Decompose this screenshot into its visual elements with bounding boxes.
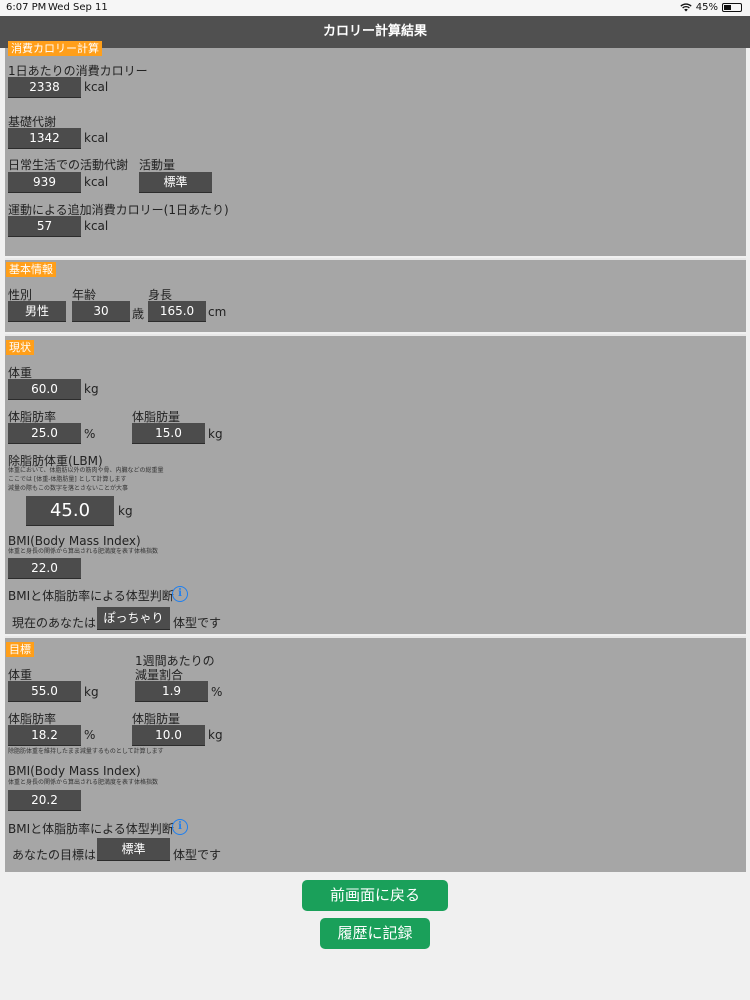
status-time: 6:07 PM <box>6 2 47 13</box>
current-judge-suffix: 体型です <box>173 616 222 630</box>
daily-calorie-value: 2338 <box>8 77 81 98</box>
battery-fill <box>724 5 731 10</box>
goal-bmi-label: BMI(Body Mass Index) <box>8 764 141 778</box>
status-date: Wed Sep 11 <box>48 2 108 13</box>
current-judge-info-icon[interactable]: i <box>172 586 188 602</box>
battery-percent: 45% <box>695 2 718 13</box>
activity-unit: kcal <box>84 175 109 189</box>
current-fat-rate-unit: % <box>84 427 96 441</box>
current-fat-rate-value: 25.0 <box>8 423 81 444</box>
current-weight-value: 60.0 <box>8 379 81 400</box>
bmr-unit: kcal <box>84 131 109 145</box>
current-judge-label: BMIと体脂肪率による体型判断 <box>8 589 174 603</box>
battery-icon <box>722 3 742 12</box>
status-right: 45% <box>680 2 742 13</box>
sex-value: 男性 <box>8 301 66 322</box>
record-history-button[interactable]: 履歴に記録 <box>320 918 430 949</box>
lbm-note-1: 体重において、体脂肪以外の筋肉や骨、内臓などの総重量 <box>8 467 164 474</box>
goal-rate-unit: % <box>211 685 223 699</box>
daily-calorie-unit: kcal <box>84 80 109 94</box>
age-value: 30 <box>72 301 130 322</box>
goal-fat-mass-value: 10.0 <box>132 725 205 746</box>
goal-fat-mass-unit: kg <box>208 728 223 742</box>
current-status-tag: 現状 <box>6 340 34 355</box>
goal-judge-label: BMIと体脂肪率による体型判断 <box>8 822 174 836</box>
height-unit: cm <box>208 305 227 319</box>
lbm-unit: kg <box>118 504 133 518</box>
current-judge-prefix: 現在のあなたは <box>12 616 97 630</box>
current-fat-mass-value: 15.0 <box>132 423 205 444</box>
wifi-icon <box>680 3 692 12</box>
goal-bmi-note: 体重と身長の関係から算出される肥満度を表す体格指数 <box>8 779 159 786</box>
back-button[interactable]: 前画面に戻る <box>302 880 448 911</box>
goal-tag: 目標 <box>6 642 34 657</box>
current-status-panel: 現状 体重 60.0 kg 体脂肪率 体脂肪量 25.0 % 15.0 kg 除… <box>5 334 746 634</box>
lbm-note-3: 減量の際もこの数字を落とさないことが大事 <box>8 485 129 492</box>
goal-fat-rate-value: 18.2 <box>8 725 81 746</box>
goal-weight-unit: kg <box>84 685 99 699</box>
height-value: 165.0 <box>148 301 206 322</box>
current-bmi-value: 22.0 <box>8 558 81 579</box>
activity-level-label: 活動量 <box>139 158 176 172</box>
goal-judge-suffix: 体型です <box>173 848 222 862</box>
goal-panel: 目標 1週間あたりの 体重 減量割合 55.0 kg 1.9 % 体脂肪率 体脂… <box>5 636 746 872</box>
current-weight-unit: kg <box>84 382 99 396</box>
basic-info-tag: 基本情報 <box>6 262 56 277</box>
exercise-unit: kcal <box>84 219 109 233</box>
current-bmi-label: BMI(Body Mass Index) <box>8 534 141 548</box>
current-judge-value: ぽっちゃり <box>97 607 170 630</box>
goal-judge-info-icon[interactable]: i <box>172 819 188 835</box>
bmr-value: 1342 <box>8 128 81 149</box>
activity-label: 日常生活での活動代謝 <box>8 158 129 172</box>
lbm-value: 45.0 <box>26 496 114 526</box>
consumption-panel: 消費カロリー計算 1日あたりの消費カロリー 2338 kcal 基礎代謝 134… <box>5 41 746 256</box>
consumption-tag: 消費カロリー計算 <box>8 41 102 56</box>
goal-judge-value: 標準 <box>97 838 170 861</box>
current-fat-mass-unit: kg <box>208 427 223 441</box>
basic-info-panel: 基本情報 性別 年齢 身長 男性 30 歳 165.0 cm <box>5 258 746 332</box>
goal-bmi-value: 20.2 <box>8 790 81 811</box>
exercise-value: 57 <box>8 216 81 237</box>
nav-bar: カロリー計算結果 <box>0 16 750 48</box>
page-title: カロリー計算結果 <box>322 24 427 39</box>
goal-fat-note: 除脂肪体重を維持したまま減量するものとして計算します <box>8 748 164 755</box>
status-bar: 6:07 PM Wed Sep 11 45% <box>0 0 750 16</box>
goal-fat-rate-unit: % <box>84 728 96 742</box>
lbm-note-2: ここでは [体重-体脂肪量] として計算します <box>8 476 127 483</box>
age-unit: 歳 <box>132 307 145 321</box>
activity-level-value: 標準 <box>139 172 212 193</box>
goal-rate-value: 1.9 <box>135 681 208 702</box>
current-bmi-note: 体重と身長の関係から算出される肥満度を表す体格指数 <box>8 548 159 555</box>
goal-judge-prefix: あなたの目標は <box>12 848 97 862</box>
goal-weight-value: 55.0 <box>8 681 81 702</box>
activity-value: 939 <box>8 172 81 193</box>
